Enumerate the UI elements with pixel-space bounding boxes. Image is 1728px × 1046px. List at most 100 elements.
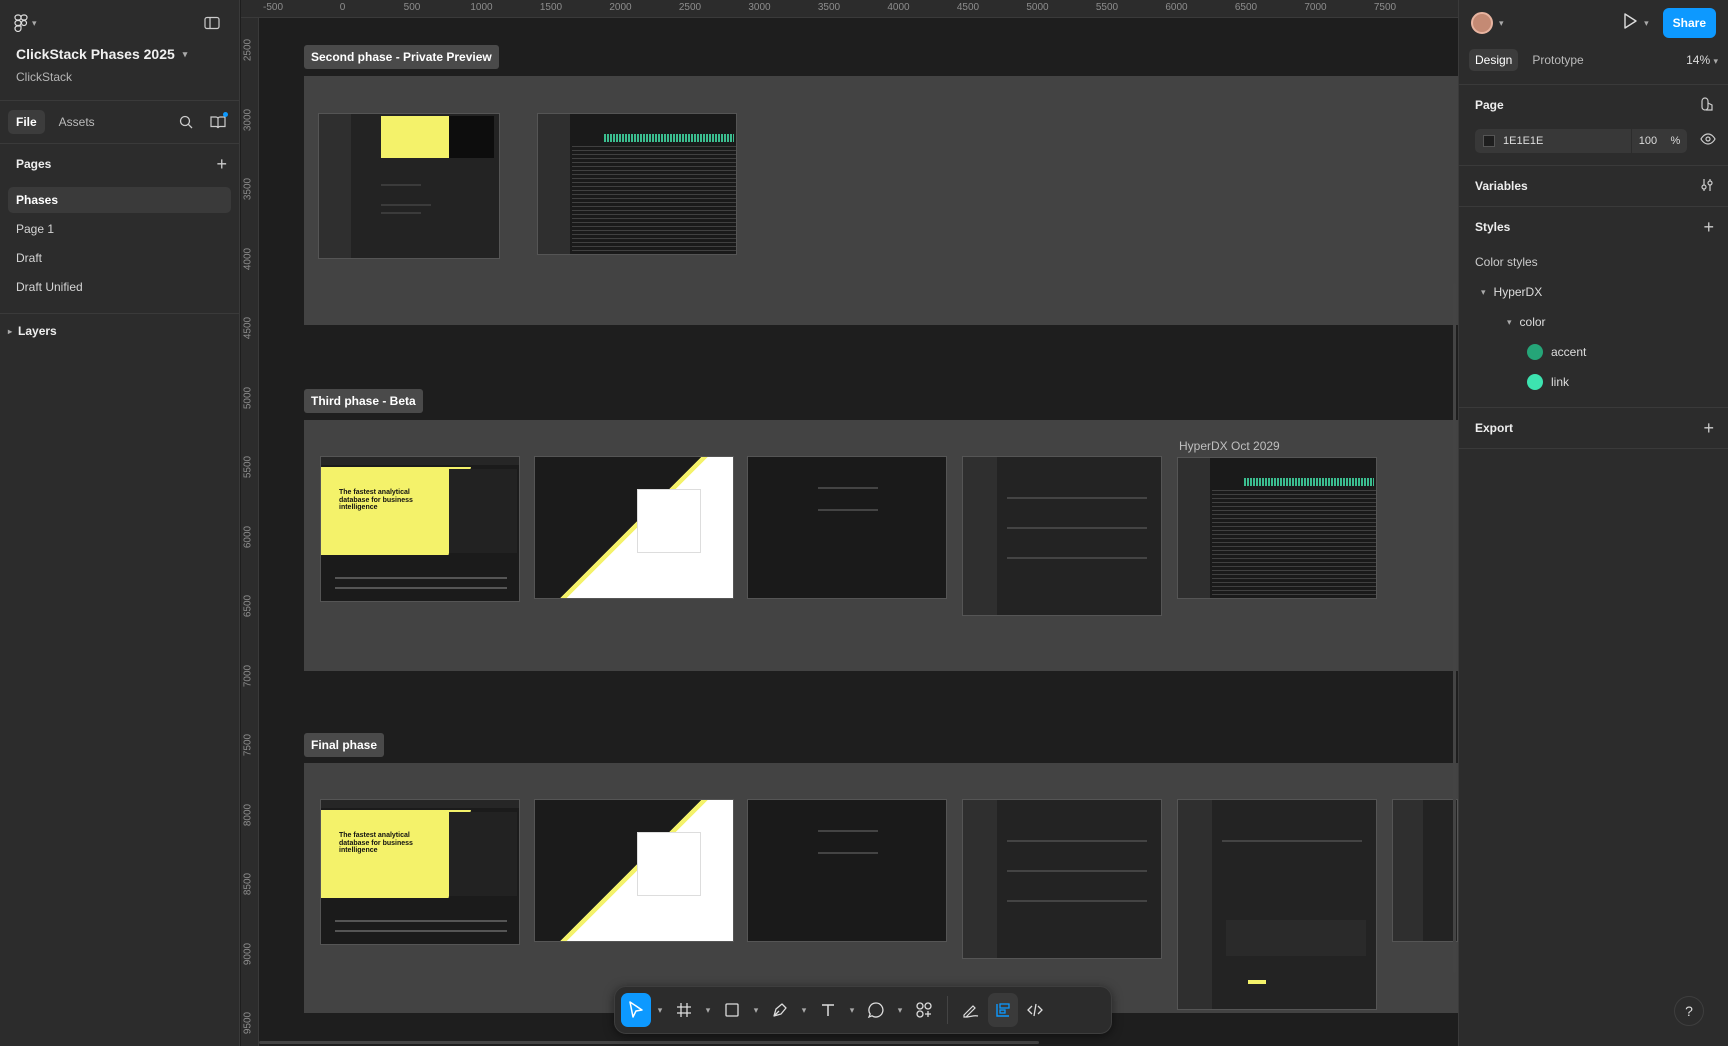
frame-log-search-preview[interactable] [537,113,737,255]
chevron-down-icon[interactable]: ▾ [701,1005,715,1016]
rectangle-tool-button[interactable] [717,993,747,1027]
frame-choose-path-final[interactable] [747,799,947,942]
section-label-second-phase[interactable]: Second phase - Private Preview [304,45,499,69]
zoom-control[interactable]: 14% ▾ [1686,53,1718,67]
page-item-draft-unified[interactable]: Draft Unified [8,274,231,300]
ruler-tick-y: 2500 [242,38,254,62]
ruler-tick-y: 4500 [242,316,254,340]
style-name: accent [1551,345,1587,359]
share-button[interactable]: Share [1662,8,1716,38]
frame-getting-started[interactable] [962,456,1162,616]
frame-setup-instructions[interactable] [1177,799,1377,1010]
add-export-button[interactable]: + [1703,418,1714,439]
frame-signup-page-final[interactable] [534,799,734,942]
pen-tool-button[interactable] [765,993,795,1027]
sliders-icon [1701,178,1713,191]
ruler-tick-y: 3500 [242,177,254,201]
section-final-phase[interactable]: The fastest analytical database for busi… [304,763,1458,1013]
toggle-sidebar-button[interactable] [199,10,225,36]
chevron-down-icon[interactable]: ▾ [797,1005,811,1016]
library-button[interactable] [205,109,231,135]
fill-opacity[interactable]: 100 % [1631,129,1687,153]
landing-headline: The fastest analytical database for busi… [339,832,413,855]
chevron-down-icon[interactable]: ▾ [653,1005,667,1016]
sidebar-toggle-icon [204,16,220,30]
avatar[interactable] [1471,12,1493,34]
dev-mode-button[interactable] [1020,993,1050,1027]
style-subgroup-color[interactable]: ▾ color [1459,307,1728,337]
style-group-hyperdx[interactable]: ▾ HyperDX [1459,277,1728,307]
actions-button[interactable] [909,993,939,1027]
frame-signup-page[interactable] [534,456,734,599]
file-title[interactable]: ClickStack Phases 2025 ▾ [16,46,223,62]
tab-prototype[interactable]: Prototype [1526,49,1589,71]
variables-button[interactable] [1700,178,1714,195]
frame-partial-right[interactable] [1392,799,1458,942]
page-fill-input[interactable]: 1E1E1E 100 % [1475,129,1687,153]
main-menu-button[interactable]: ▾ [14,14,37,32]
tab-assets[interactable]: Assets [51,110,103,134]
frame-tool-button[interactable] [669,993,699,1027]
frame-onboarding-preview[interactable] [318,113,500,259]
chevron-down-icon[interactable]: ▾ [1499,18,1504,29]
chevron-down-icon[interactable]: ▾ [749,1005,763,1016]
left-sidebar: ▾ ClickStack Phases 2025 ▾ ClickStack Fi… [0,0,240,1046]
frame-caption-hyperdx[interactable]: HyperDX Oct 2029 [1179,439,1280,453]
comment-tool-button[interactable] [861,993,891,1027]
design-canvas[interactable]: Second phase - Private Preview Third pha… [259,18,1458,1046]
ruler-tick-y: 5500 [242,455,254,479]
page-item-page-1[interactable]: Page 1 [8,216,231,242]
style-item-link[interactable]: link [1459,367,1728,397]
frame-landing-page[interactable]: The fastest analytical database for busi… [320,456,520,602]
variables-heading: Variables [1475,179,1528,193]
page-item-phases[interactable]: Phases [8,187,231,213]
visibility-toggle[interactable] [1700,133,1716,148]
fill-hex[interactable]: 1E1E1E [1503,135,1543,147]
ruler-tick-y: 4000 [242,247,254,270]
fill-opacity-value[interactable]: 100 [1639,135,1657,147]
ruler-tick-x: 7000 [1304,2,1327,13]
search-button[interactable] [173,109,199,135]
style-item-accent[interactable]: accent [1459,337,1728,367]
ruler-tick-y: 8500 [242,872,254,896]
frame-landing-page-final[interactable]: The fastest analytical database for busi… [320,799,520,945]
chevron-down-icon[interactable]: ▾ [1644,18,1649,29]
vertical-scrollbar[interactable] [1453,283,1456,973]
section-label-third-phase[interactable]: Third phase - Beta [304,389,423,413]
tab-design[interactable]: Design [1469,49,1519,71]
play-icon [1624,12,1637,29]
section-third-phase[interactable]: The fastest analytical database for busi… [304,420,1458,671]
page-fill-row: 1E1E1E 100 % [1459,129,1728,153]
move-tool-button[interactable] [621,993,651,1027]
ruler-tick-x: 2500 [678,2,702,13]
fill-swatch[interactable] [1483,135,1495,147]
team-name[interactable]: ClickStack [16,70,223,84]
chevron-down-icon[interactable]: ▾ [845,1005,859,1016]
frame-hyperdx-oct[interactable] [1177,457,1377,599]
frame-getting-started-final[interactable] [962,799,1162,959]
ruler-tick-y: 3000 [242,108,254,131]
page-settings-button[interactable] [1700,96,1714,114]
question-mark-icon: ? [1685,1003,1693,1019]
left-tabs: File Assets [0,101,239,143]
layers-header[interactable]: ▸ Layers [0,314,239,348]
present-button[interactable] [1622,12,1638,35]
horizontal-scrollbar[interactable] [259,1041,1039,1044]
plus-icon: + [216,153,227,174]
add-page-button[interactable]: + [216,154,227,175]
design-mode-button[interactable] [988,993,1018,1027]
text-tool-button[interactable] [813,993,843,1027]
add-style-button[interactable]: + [1703,217,1714,238]
draw-mode-button[interactable] [956,993,986,1027]
section-second-phase[interactable] [304,76,1458,325]
chevron-down-icon[interactable]: ▾ [893,1005,907,1016]
section-label-final-phase[interactable]: Final phase [304,733,385,757]
plus-icon: + [1703,417,1714,438]
page-item-draft[interactable]: Draft [8,245,231,271]
help-button[interactable]: ? [1674,996,1704,1026]
chevron-down-icon: ▾ [1713,56,1718,66]
ruler-tick-y: 8000 [242,803,254,826]
frame-choose-path[interactable] [747,456,947,599]
tab-file[interactable]: File [8,110,45,134]
chevron-down-icon: ▾ [1481,286,1486,297]
